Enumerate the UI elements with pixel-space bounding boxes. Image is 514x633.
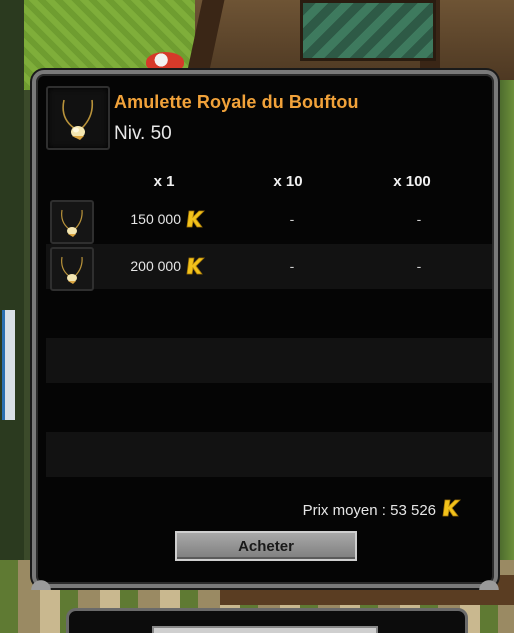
- average-price: Prix moyen : 53 526: [303, 498, 462, 522]
- average-price-label: Prix moyen : 53 526: [302, 501, 436, 519]
- buy-button[interactable]: Acheter: [175, 531, 357, 561]
- price-x100[interactable]: -: [409, 211, 429, 227]
- price-x10[interactable]: -: [282, 211, 302, 227]
- price-x100[interactable]: -: [409, 258, 429, 274]
- underlying-panel-button[interactable]: [152, 626, 378, 633]
- corner-ornament: [476, 570, 502, 590]
- kama-icon: [186, 209, 206, 229]
- left-scrollbar[interactable]: [2, 310, 15, 420]
- price-x10[interactable]: -: [282, 258, 302, 274]
- empty-row: [46, 432, 492, 477]
- empty-row: [46, 385, 492, 430]
- roof-tiles: [300, 0, 436, 61]
- empty-row: [46, 338, 492, 383]
- table-row[interactable]: 150 000 - -: [46, 197, 492, 244]
- column-header-x100: x 100: [393, 173, 431, 190]
- mushroom-decoration: [146, 52, 184, 72]
- table-row[interactable]: 200 000 - -: [46, 244, 492, 291]
- amulet-icon[interactable]: [46, 86, 110, 150]
- price-x1[interactable]: 200 000: [86, 258, 181, 274]
- kama-icon: [442, 498, 462, 522]
- empty-row: [46, 291, 492, 336]
- purchase-dialog: Amulette Royale du Bouftou Niv. 50 x 1 x…: [28, 70, 502, 590]
- column-header-x1: x 1: [153, 173, 175, 190]
- column-header-x10: x 10: [273, 173, 303, 190]
- price-x1[interactable]: 150 000: [86, 211, 181, 227]
- item-level: Niv. 50: [114, 123, 172, 144]
- corner-ornament: [28, 570, 54, 590]
- item-name: Amulette Royale du Bouftou: [114, 92, 359, 112]
- kama-icon: [186, 256, 206, 276]
